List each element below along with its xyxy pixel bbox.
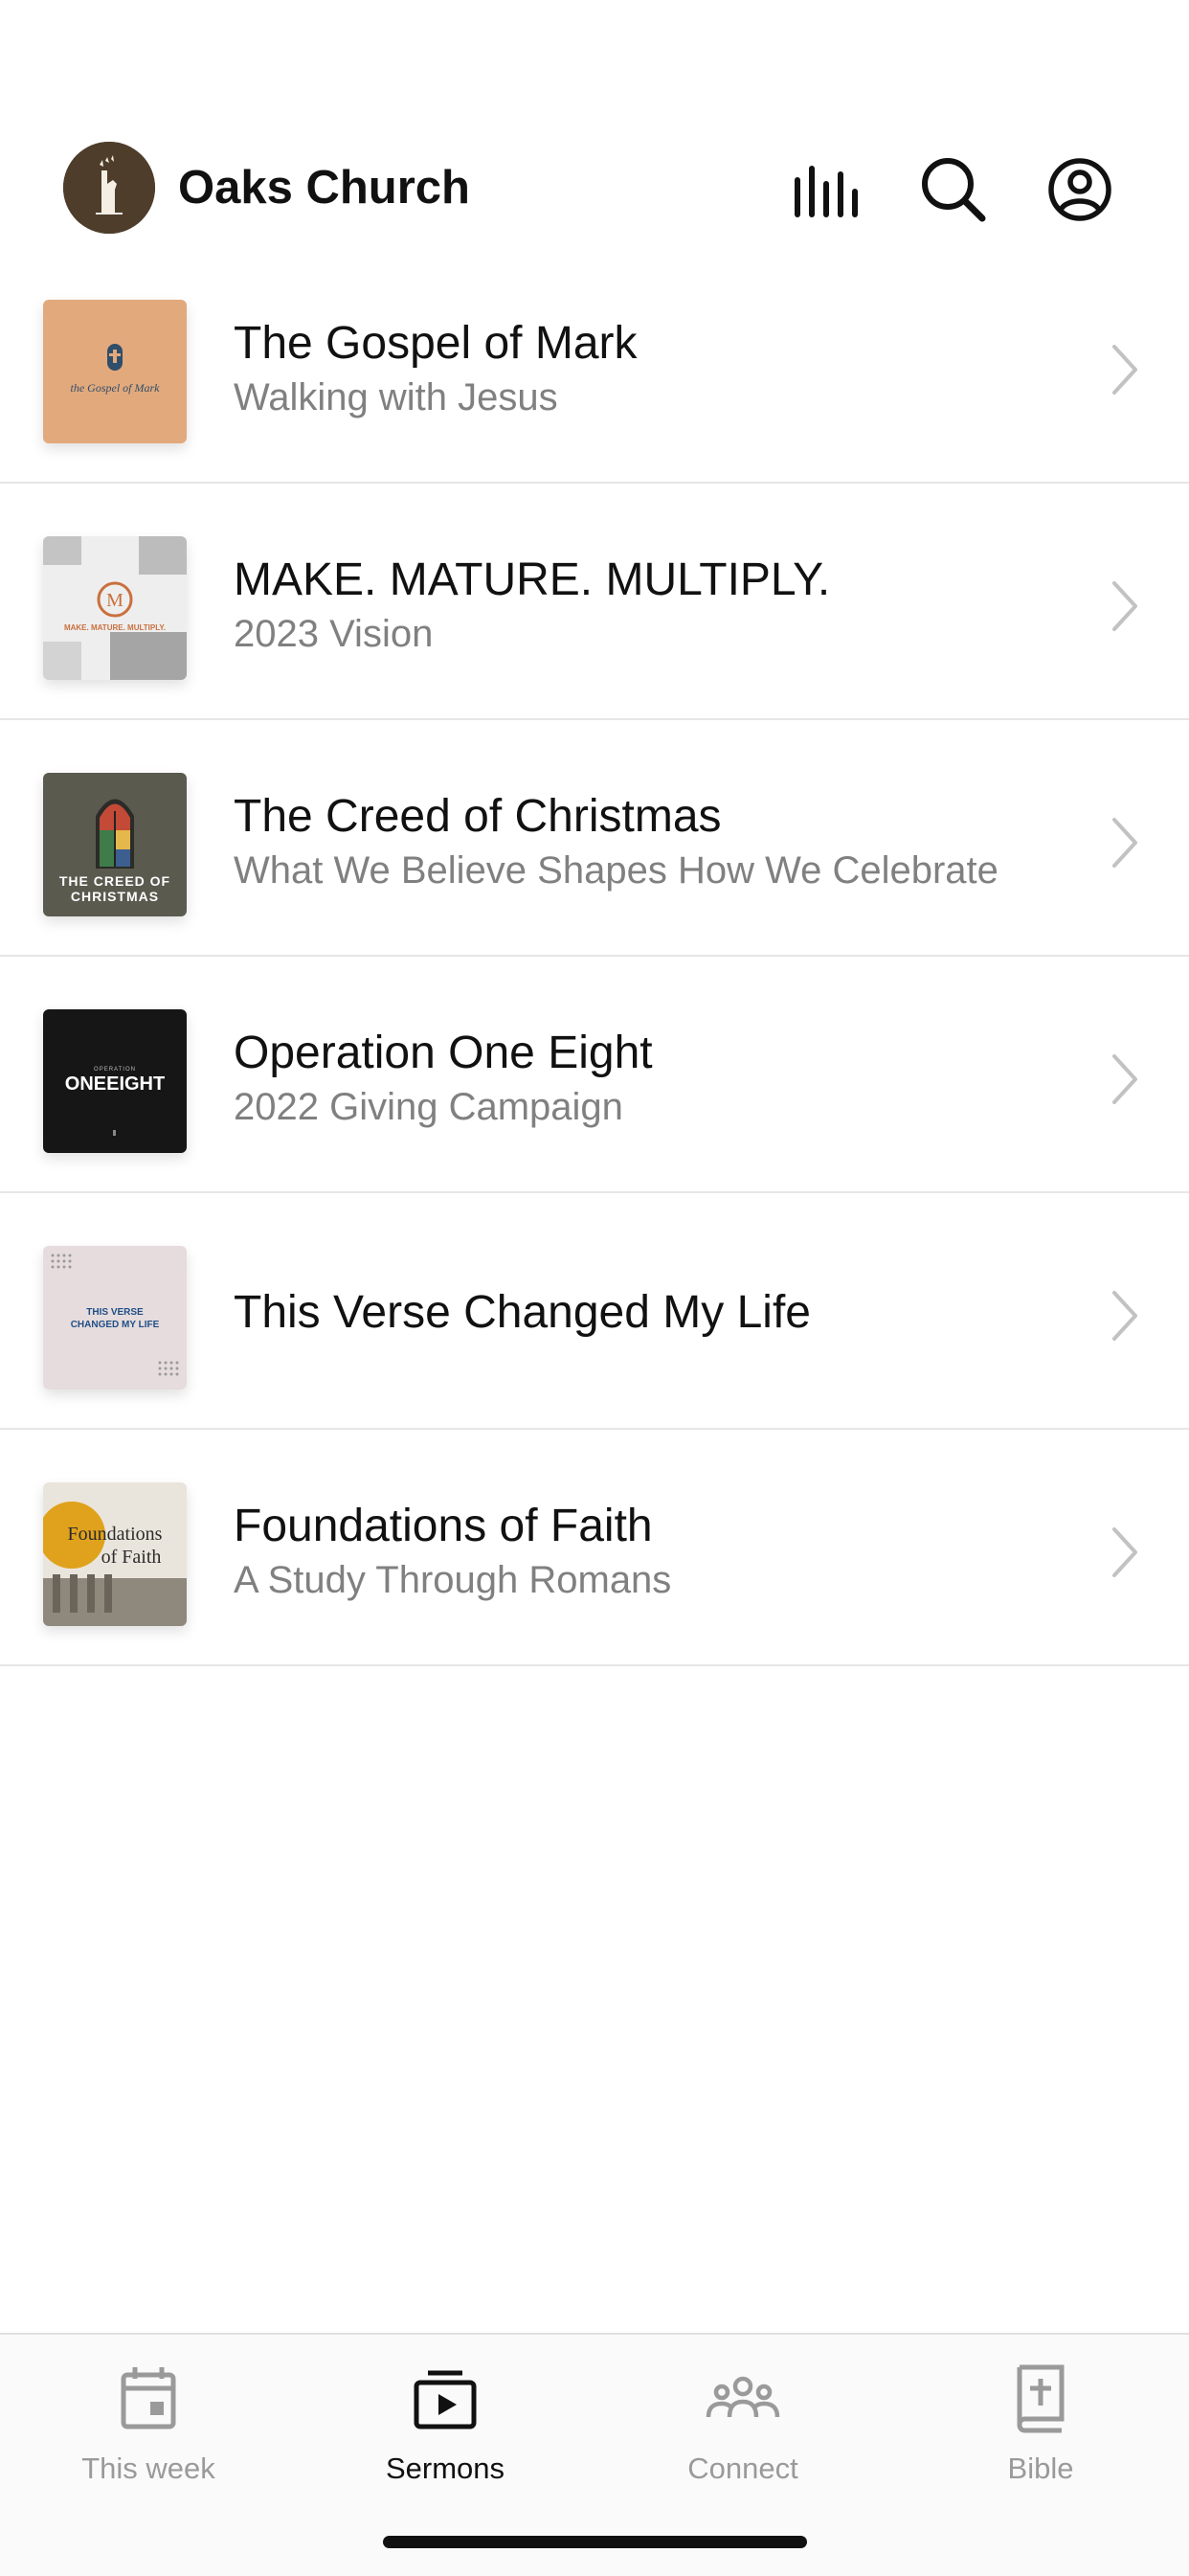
chevron-right-icon <box>1112 1291 1137 1341</box>
series-row[interactable]: the Gospel of Mark The Gospel of Mark Wa… <box>0 247 1189 484</box>
svg-text:MAKE. MATURE. MULTIPLY.: MAKE. MATURE. MULTIPLY. <box>64 623 166 632</box>
series-subtitle: 2022 Giving Campaign <box>234 1086 623 1128</box>
series-title: This Verse Changed My Life <box>234 1287 811 1338</box>
series-row[interactable]: OPERATION ONEEIGHT Operation One Eight 2… <box>0 957 1189 1193</box>
series-row[interactable]: Foundations of Faith Foundations of Fait… <box>0 1430 1189 1666</box>
tab-sermons[interactable]: Sermons <box>297 2335 594 2526</box>
chevron-right-icon <box>1112 818 1137 868</box>
svg-text:ONEEIGHT: ONEEIGHT <box>65 1073 165 1095</box>
series-subtitle: 2023 Vision <box>234 613 434 655</box>
home-indicator[interactable] <box>383 2536 807 2548</box>
search-icon[interactable] <box>919 155 988 224</box>
sermon-series-list: the Gospel of Mark The Gospel of Mark Wa… <box>0 247 1189 1666</box>
series-artwork: OPERATION ONEEIGHT <box>43 1009 187 1153</box>
chevron-right-icon <box>1112 1527 1137 1577</box>
svg-text:THIS VERSE: THIS VERSE <box>86 1307 144 1318</box>
series-row[interactable]: THIS VERSE CHANGED MY LIFE This Verse Ch… <box>0 1193 1189 1430</box>
tab-label: Connect <box>687 2452 798 2485</box>
svg-text:THE CREED OF: THE CREED OF <box>59 873 170 889</box>
tab-label: Sermons <box>385 2452 505 2485</box>
series-artwork: Foundations of Faith <box>43 1482 187 1626</box>
play-stack-icon <box>407 2360 483 2436</box>
chevron-right-icon <box>1112 581 1137 631</box>
bible-icon <box>1002 2360 1079 2436</box>
series-artwork: the Gospel of Mark <box>43 300 187 443</box>
chevron-right-icon <box>1112 1054 1137 1104</box>
svg-text:OPERATION: OPERATION <box>94 1067 136 1073</box>
series-title: MAKE. MATURE. MULTIPLY. <box>234 554 831 605</box>
series-subtitle: Walking with Jesus <box>234 376 558 418</box>
series-subtitle: What We Believe Shapes How We Celebrate <box>234 849 998 892</box>
series-title: Foundations of Faith <box>234 1501 653 1551</box>
app-header: Oaks Church <box>0 134 1189 244</box>
church-logo-mark <box>63 142 155 234</box>
svg-text:of Faith: of Faith <box>101 1547 162 1568</box>
svg-text:Foundations: Foundations <box>68 1524 163 1545</box>
tab-label: Bible <box>1007 2452 1074 2485</box>
tab-connect[interactable]: Connect <box>594 2335 891 2526</box>
series-title: Operation One Eight <box>234 1028 653 1078</box>
calendar-icon <box>110 2360 187 2436</box>
series-subtitle: A Study Through Romans <box>234 1559 672 1601</box>
tab-bible[interactable]: Bible <box>892 2335 1189 2526</box>
svg-text:M: M <box>106 590 123 611</box>
series-title: The Creed of Christmas <box>234 791 722 842</box>
series-title: The Gospel of Mark <box>234 318 638 369</box>
account-icon[interactable] <box>1045 155 1114 224</box>
series-artwork: THE CREED OF CHRISTMAS <box>43 773 187 916</box>
series-artwork: M MAKE. MATURE. MULTIPLY. <box>43 536 187 680</box>
tab-this-week[interactable]: This week <box>0 2335 297 2526</box>
svg-text:the Gospel of Mark: the Gospel of Mark <box>71 381 161 395</box>
series-artwork: THIS VERSE CHANGED MY LIFE <box>43 1246 187 1390</box>
series-row[interactable]: M MAKE. MATURE. MULTIPLY. MAKE. MATURE. … <box>0 484 1189 720</box>
chevron-right-icon <box>1112 345 1137 395</box>
series-row[interactable]: THE CREED OF CHRISTMAS The Creed of Chri… <box>0 720 1189 957</box>
church-name: Oaks Church <box>178 162 470 214</box>
tab-label: This week <box>81 2452 215 2485</box>
svg-text:CHANGED MY LIFE: CHANGED MY LIFE <box>71 1320 160 1330</box>
audio-bars-icon[interactable] <box>792 155 861 224</box>
people-icon <box>705 2360 781 2436</box>
svg-text:CHRISTMAS: CHRISTMAS <box>71 889 159 904</box>
church-logo[interactable] <box>63 142 155 234</box>
